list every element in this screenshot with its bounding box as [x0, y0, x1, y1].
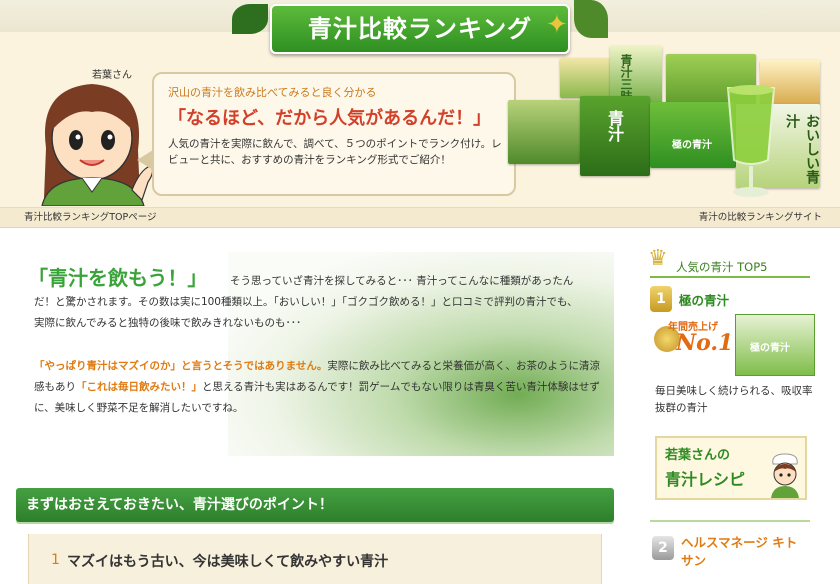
recipe-banner[interactable]: 若葉さんの 青汁レシピ [655, 436, 807, 500]
highlight-text: 「これは毎日飲みたい！」 [76, 381, 202, 393]
site-title[interactable]: 青汁比較ランキング [270, 4, 570, 54]
rank-1-badge-icon: 1 [650, 286, 672, 312]
site-tagline: 青汁の比較ランキングサイト [698, 212, 822, 223]
sparkle-icon: ✦ [546, 10, 568, 40]
intro-paragraph-1-text: そう思っていざ青汁を探してみると･･･ 青汁ってこんなに種類があったんだ！と驚か… [34, 275, 578, 329]
product-label: おいしい青汁 [784, 114, 820, 184]
rank-1-product-link[interactable]: 極の青汁 [679, 290, 729, 309]
speech-bubble-tail [137, 150, 153, 170]
intro-paragraph-1: そう思っていざ青汁を探してみると･･･ 青汁ってこんなに種類があったんだ！と驚か… [34, 271, 586, 334]
product-box [508, 100, 580, 164]
recipe-banner-line1: 若葉さんの [665, 448, 731, 463]
rank-1-description: 毎日美味しく続けられる、吸収率抜群の青汁 [655, 385, 813, 414]
sidebar-divider [650, 520, 810, 522]
recipe-banner-line2: 青汁レシピ [665, 470, 746, 489]
intro-paragraph-2: 「やっぱり青汁はマズイのか」と言うとそうではありません。実際に飲み比べてみると栄… [34, 356, 608, 419]
rank-2-badge-icon: 2 [652, 536, 674, 560]
highlight-text: 「やっぱり青汁はマズイのか」と言うとそうではありません。 [34, 360, 328, 372]
sub-header-strip: 青汁比較ランキングTOPページ 青汁の比較ランキングサイト [0, 208, 840, 228]
sales-award-badge: 年間売上げ No.1 [654, 318, 736, 366]
leaf-decoration-icon [574, 0, 608, 38]
bubble-body: 人気の青汁を実際に飲んで、調べて、５つのポイントでランク付け。レビューと共に、お… [168, 138, 502, 166]
point-number: 1 [51, 552, 60, 568]
product-label: 青汁三昧 [619, 54, 633, 102]
character-illustration [41, 84, 154, 206]
rank-2-product-link[interactable]: ヘルスマネージ キトサン [681, 534, 801, 570]
point-card: 1 マズイはもう古い、今は美味しくて飲みやすい青汁 [28, 534, 602, 584]
bubble-lead: 沢山の青汁を飲み比べてみると良く分かる [168, 86, 377, 99]
section-heading: まずはおさえておきたい、青汁選びのポイント！ [16, 488, 614, 522]
product-label: 青汁 [605, 110, 624, 142]
breadcrumb-top-link[interactable]: 青汁比較ランキングTOPページ [24, 208, 157, 227]
site-header: 青汁比較ランキング ✦ 若葉さん 沢山の青汁を飲み比べてみると良く分かる 「なる… [0, 0, 840, 208]
product-box: 青汁 [580, 96, 650, 176]
rank-1-product-image[interactable]: 極の青汁 [735, 314, 815, 376]
product-label: 極の青汁 [750, 343, 790, 354]
point-title: マズイはもう古い、今は美味しくて飲みやすい青汁 [67, 554, 389, 570]
product-box [560, 58, 616, 98]
leaf-decoration-icon [232, 4, 268, 34]
award-no1: No.1 [676, 330, 734, 356]
sidebar-heading: 人気の青汁 TOP5 [650, 258, 810, 278]
bubble-headline: 「なるほど、だから人気があるんだ！」 [168, 108, 492, 129]
juice-glass-illustration [726, 85, 776, 197]
chef-character-icon [771, 453, 799, 498]
product-label: 極の青汁 [672, 140, 712, 151]
